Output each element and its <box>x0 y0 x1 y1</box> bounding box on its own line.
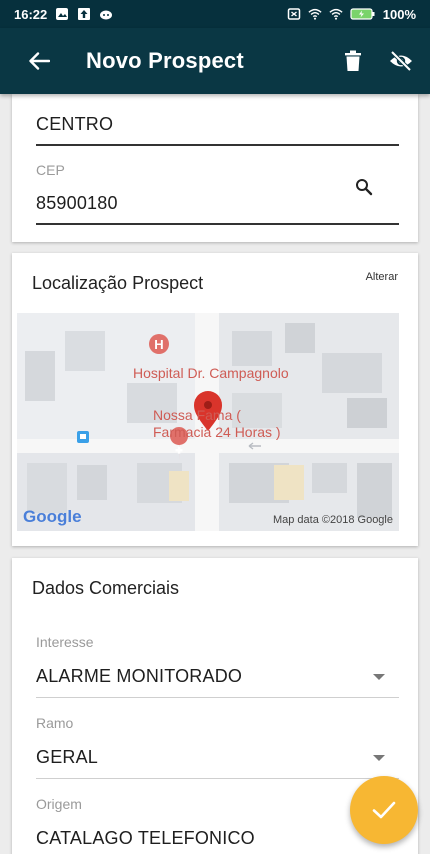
check-icon <box>372 800 396 820</box>
ramo-label: Ramo <box>36 715 74 731</box>
battery-level: 100% <box>382 6 416 22</box>
svg-text:H: H <box>154 337 163 352</box>
eye-off-icon[interactable] <box>386 46 416 76</box>
confirm-fab[interactable] <box>350 776 418 844</box>
interesse-value: ALARME MONITORADO <box>36 666 243 686</box>
chevron-down-icon <box>373 755 385 761</box>
map-poi-label: Nossa Fama ( Farmacia 24 Horas ) <box>153 407 281 441</box>
change-location-link[interactable]: Alterar <box>366 271 398 283</box>
game-notification-icon <box>99 7 113 21</box>
commercial-title: Dados Comerciais <box>32 578 180 598</box>
cep-field[interactable]: CEP 85900180 <box>36 162 399 228</box>
search-icon[interactable] <box>355 178 373 201</box>
google-logo: Google <box>23 507 82 526</box>
map-poi-label-line2: Farmacia 24 Horas ) <box>153 424 281 440</box>
arrow-back-icon[interactable] <box>22 44 56 78</box>
origem-label: Origem <box>36 796 82 812</box>
bairro-value: CENTRO <box>36 114 114 134</box>
cep-value: 85900180 <box>36 193 118 213</box>
map-attribution: Map data ©2018 Google <box>272 514 393 526</box>
bairro-underline <box>36 144 399 146</box>
cep-underline <box>36 223 399 225</box>
origem-select[interactable]: Origem CATALAGO TELEFONICO <box>36 796 399 854</box>
origem-value: CATALAGO TELEFONICO <box>36 828 255 848</box>
location-card: Localização Prospect Alterar H Hospital … <box>12 253 418 546</box>
ramo-underline <box>36 778 399 779</box>
bairro-field[interactable]: CENTRO <box>36 114 399 148</box>
upload-notification-icon <box>77 7 91 21</box>
location-map[interactable]: H Hospital Dr. Campagnolo Nossa Fama ( F… <box>17 313 399 531</box>
interesse-label: Interesse <box>36 634 94 650</box>
location-title: Localização Prospect <box>32 273 204 293</box>
map-place-label: Hospital Dr. Campagnolo <box>133 365 289 381</box>
interesse-select[interactable]: Interesse ALARME MONITORADO <box>36 634 399 700</box>
ramo-select[interactable]: Ramo GERAL <box>36 715 399 781</box>
wifi-icon <box>308 7 322 21</box>
ramo-value: GERAL <box>36 747 99 767</box>
status-time: 16:22 <box>14 6 48 22</box>
page-title: Novo Prospect <box>86 48 244 73</box>
gallery-notification-icon <box>55 7 69 21</box>
app-bar: Novo Prospect <box>0 28 430 94</box>
status-bar: 16:22 100% <box>0 0 430 28</box>
trash-icon[interactable] <box>338 46 368 76</box>
chevron-down-icon <box>373 674 385 680</box>
sim-off-icon <box>287 7 301 21</box>
cep-label: CEP <box>36 162 65 178</box>
map-poi-label-line1: Nossa Fama ( <box>153 407 241 423</box>
battery-icon <box>350 7 376 21</box>
address-card: CENTRO CEP 85900180 <box>12 94 418 242</box>
wifi-icon-secondary <box>329 7 343 21</box>
interesse-underline <box>36 697 399 698</box>
